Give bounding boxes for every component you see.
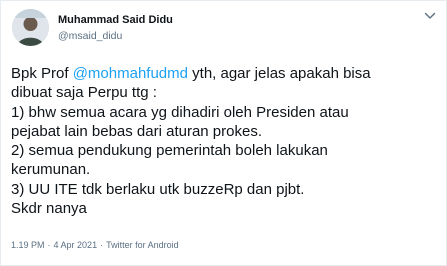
tweet-line-4: pejabat lain bebas dari aturan prokes. bbox=[11, 122, 263, 140]
meta-separator: · bbox=[47, 240, 51, 250]
mention-link[interactable]: @mohmahfudmd bbox=[73, 65, 188, 82]
more-options-icon[interactable] bbox=[420, 8, 440, 24]
tweet-line-8: Skdr nanya bbox=[11, 200, 87, 218]
tweet-text: Bpk Prof @mohmahfudmd yth, agar jelas ap… bbox=[11, 64, 441, 218]
tweet-line-2: dibuat saja Perpu ttg : bbox=[11, 84, 157, 102]
tweet-line-3: 1) bhw semua acara yg dihadiri oleh Pres… bbox=[11, 103, 349, 121]
tweet-client[interactable]: Twitter for Android bbox=[106, 240, 179, 250]
tweet-date[interactable]: 4 Apr 2021 bbox=[54, 240, 98, 250]
tweet-metadata: 1.19 PM · 4 Apr 2021 · Twitter for Android bbox=[11, 240, 179, 250]
tweet-line-6: kerumunan. bbox=[11, 161, 91, 179]
tweet-card: Muhammad Said Didu @msaid_didu Bpk Prof … bbox=[0, 0, 447, 266]
tweet-line-7: 3) UU ITE tdk berlaku utk buzzeRp dan pj… bbox=[11, 180, 305, 198]
tweet-text-segment: Bpk Prof bbox=[11, 65, 73, 82]
tweet-line-1: Bpk Prof @mohmahfudmd yth, agar jelas ap… bbox=[11, 64, 441, 83]
author-handle[interactable]: @msaid_didu bbox=[58, 30, 122, 42]
tweet-time[interactable]: 1.19 PM bbox=[11, 240, 45, 250]
avatar[interactable] bbox=[12, 9, 49, 46]
author-display-name[interactable]: Muhammad Said Didu bbox=[58, 14, 173, 26]
meta-separator: · bbox=[100, 240, 104, 250]
tweet-text-segment: yth, agar jelas apakah bisa bbox=[187, 65, 371, 82]
tweet-line-5: 2) semua pendukung pemerintah boleh laku… bbox=[11, 142, 328, 160]
